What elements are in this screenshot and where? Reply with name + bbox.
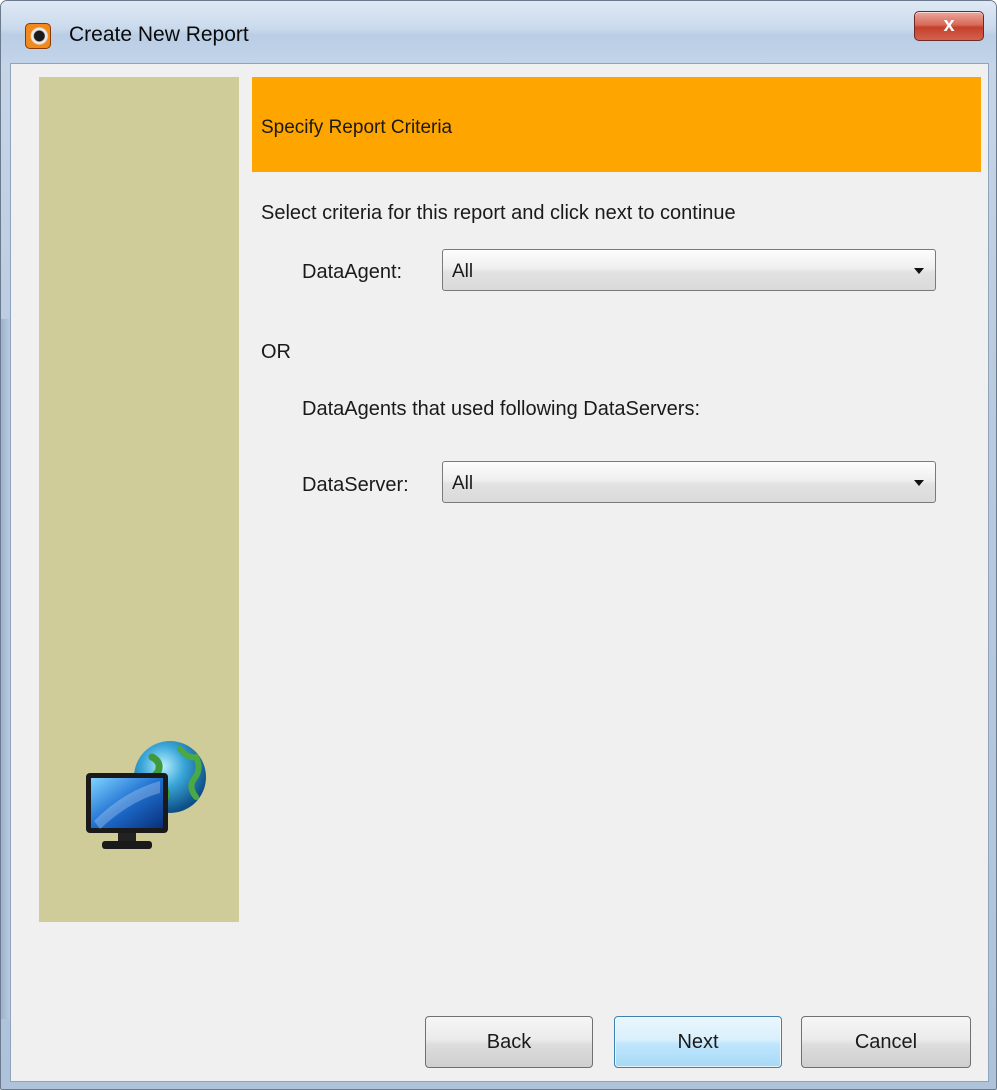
- next-button[interactable]: Next: [614, 1016, 782, 1068]
- monitor-globe-icon: [86, 741, 206, 849]
- wizard-step-header: Specify Report Criteria: [252, 77, 981, 172]
- chevron-down-icon: [914, 268, 924, 274]
- or-label: OR: [261, 341, 291, 363]
- step-title: Specify Report Criteria: [261, 117, 453, 138]
- wizard-sidebar: [39, 77, 239, 922]
- instructions-text: Select criteria for this report and clic…: [261, 202, 736, 224]
- dataserver-dropdown[interactable]: All: [442, 461, 936, 503]
- title-bar[interactable]: Create New Report x: [1, 1, 996, 63]
- dataagent-dropdown[interactable]: All: [442, 249, 936, 291]
- close-button[interactable]: x: [914, 11, 984, 41]
- dataagent-selected-value: All: [452, 261, 474, 282]
- dataagent-label: DataAgent:: [302, 261, 403, 283]
- report-app-icon: [25, 23, 51, 49]
- window-title: Create New Report: [69, 23, 249, 46]
- back-button[interactable]: Back: [425, 1016, 593, 1068]
- cancel-button[interactable]: Cancel: [801, 1016, 971, 1068]
- dataserver-selected-value: All: [452, 473, 474, 494]
- wizard-client-area: Specify Report Criteria Select criteria …: [10, 63, 989, 1082]
- dataserver-label: DataServer:: [302, 474, 409, 496]
- dataservers-caption: DataAgents that used following DataServe…: [302, 398, 700, 420]
- window-frame-edge: [1, 319, 10, 1019]
- create-new-report-window: Create New Report x Specify Report Crite…: [0, 0, 997, 1090]
- chevron-down-icon: [914, 480, 924, 486]
